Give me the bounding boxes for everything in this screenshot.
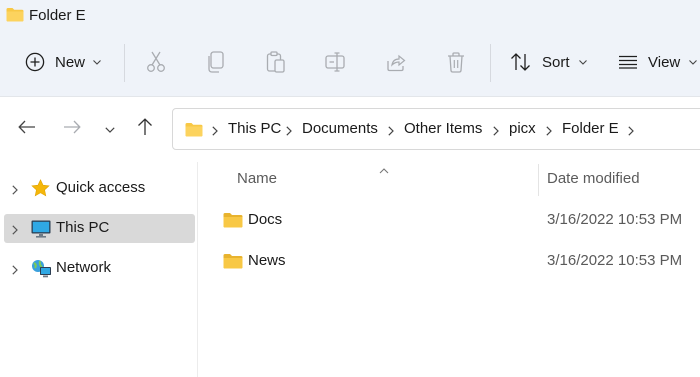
arrow-left-icon [18,120,36,138]
share-icon [386,52,406,72]
breadcrumb-other-items[interactable]: Other Items [404,120,482,137]
paste-button[interactable] [260,44,292,80]
arrow-right-icon [63,120,81,138]
sidebar-item-this-pc[interactable]: This PC [4,214,195,243]
column-divider[interactable] [538,164,539,196]
folder-icon [223,212,243,232]
chevron-right-icon [493,124,499,140]
sidebar-item-quick-access[interactable]: Quick access [4,174,195,203]
trash-icon [447,51,465,73]
copy-button[interactable] [200,44,232,80]
sort-label: Sort [542,53,570,71]
new-button[interactable]: New [18,44,110,80]
chevron-down-icon [689,59,698,65]
network-icon [31,259,52,282]
chevron-right-icon[interactable] [12,263,18,279]
file-list: Name Date modified Docs 3/16/2022 10:53 … [198,162,700,377]
sidebar-item-label: This PC [56,219,110,236]
paste-icon [266,51,286,73]
chevron-down-icon [105,121,115,137]
up-button[interactable] [134,118,156,140]
chevron-right-icon [388,124,394,140]
scissors-icon [146,51,166,73]
breadcrumb-this-pc[interactable]: This PC [228,120,281,137]
view-lines-icon [618,55,638,69]
sidebar-item-network[interactable]: Network [4,254,195,283]
folder-icon [185,122,203,141]
command-bar: New Sort View [0,30,700,96]
list-item[interactable]: News 3/16/2022 10:53 PM [198,245,700,277]
view-button[interactable]: View [612,44,700,80]
window-title: Folder E [29,7,86,24]
navigation-bar: This PC Documents Other Items picx Folde… [0,96,700,162]
breadcrumb-picx[interactable]: picx [509,120,536,137]
breadcrumb-documents[interactable]: Documents [302,120,378,137]
chevron-right-icon[interactable] [12,223,18,239]
new-label: New [55,53,86,71]
title-bar: Folder E [0,0,700,30]
rename-button[interactable] [320,44,352,80]
file-name: Docs [248,211,283,228]
chevron-down-icon [93,59,101,65]
toolbar-divider [124,44,125,82]
folder-icon [223,253,243,273]
sort-ascending-icon [379,162,389,178]
sidebar-item-label: Network [56,259,112,276]
column-header-name[interactable]: Name [237,170,277,187]
chevron-right-icon [546,124,552,140]
monitor-icon [31,220,51,242]
arrow-up-icon [137,118,153,140]
sidebar-item-label: Quick access [56,179,146,196]
date-modified: 3/16/2022 10:53 PM [547,252,683,269]
toolbar-divider [490,44,491,82]
share-button[interactable] [380,44,412,80]
chevron-right-icon [286,124,292,140]
back-button[interactable] [16,118,38,140]
address-bar[interactable]: This PC Documents Other Items picx Folde… [172,108,700,150]
rename-icon [325,52,347,72]
copy-icon [207,51,225,73]
navigation-pane: Quick access This PC Network [0,162,198,377]
star-icon [31,179,50,201]
folder-icon [6,7,24,26]
sort-icon [510,52,532,72]
file-name: News [248,252,286,269]
view-label: View [648,53,681,71]
chevron-right-icon [212,124,218,140]
delete-button[interactable] [440,44,472,80]
sort-button[interactable]: Sort [504,44,594,80]
forward-button[interactable] [61,118,83,140]
date-modified: 3/16/2022 10:53 PM [547,211,683,228]
chevron-down-icon [578,59,587,65]
plus-circle-icon [25,52,45,72]
column-header-date-modified[interactable]: Date modified [547,170,640,187]
chevron-right-icon[interactable] [12,183,18,199]
list-item[interactable]: Docs 3/16/2022 10:53 PM [198,204,700,236]
recent-locations-button[interactable] [99,118,121,140]
cut-button[interactable] [140,44,172,80]
chevron-right-icon[interactable] [628,124,634,140]
breadcrumb-folder-e[interactable]: Folder E [562,120,619,137]
